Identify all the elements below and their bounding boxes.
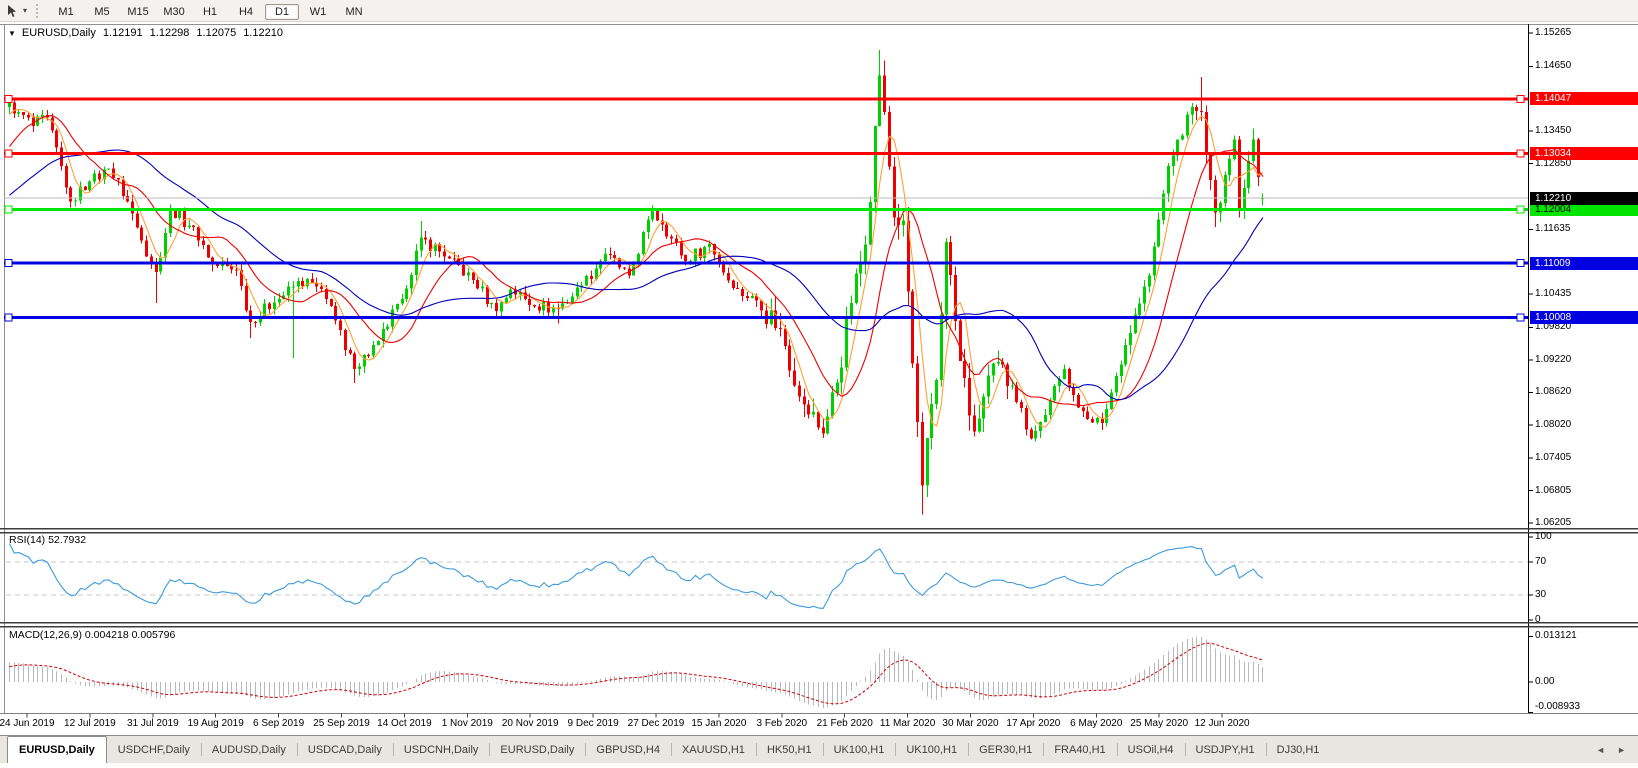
candles-layer [8, 50, 1264, 515]
timeframe-button-m15[interactable]: M15 [121, 4, 155, 20]
chart-plot-area[interactable] [0, 0, 1638, 763]
timeframe-button-h4[interactable]: H4 [229, 4, 263, 20]
horizontal-line-1.13034[interactable] [4, 149, 1528, 158]
macd-signal-line [9, 642, 1264, 705]
timeframe-button-mn[interactable]: MN [337, 4, 371, 20]
rsi-indicator-label: RSI(14) 52.7932 [9, 534, 87, 546]
tab-scroll-right-icon[interactable]: ► [1617, 745, 1626, 755]
ohlc-close: 1.12210 [243, 27, 283, 39]
chart-tab-13-usoil-h4[interactable]: USOil,H4 [1116, 736, 1185, 763]
macd-indicator-label: MACD(12,26,9) 0.004218 0.005796 [9, 629, 176, 641]
cursor-tool-caret-icon[interactable]: ▾ [23, 6, 27, 15]
macd-histogram [9, 636, 1263, 708]
top-toolbar: ▾ M1 M5 M15 M30 H1 H4 D1 W1 MN [0, 0, 1638, 22]
timeframe-button-m5[interactable]: M5 [85, 4, 119, 20]
medium-ma [9, 115, 1264, 407]
ohlc-open: 1.12191 [102, 27, 143, 39]
chart-tab-5-eurusd-daily[interactable]: EURUSD,Daily [489, 736, 585, 763]
chart-tab-11-ger30-h1[interactable]: GER30,H1 [968, 736, 1043, 763]
chart-tab-8-hk50-h1[interactable]: HK50,H1 [755, 736, 823, 763]
chart-title-symbol: EURUSD,Daily [21, 27, 96, 39]
chart-tab-9-uk100-h1[interactable]: UK100,H1 [822, 736, 896, 763]
chart-tab-12-fra40-h1[interactable]: FRA40,H1 [1043, 736, 1116, 763]
chart-tab-3-usdcad-daily[interactable]: USDCAD,Daily [296, 736, 393, 763]
symbol-caret-icon[interactable]: ▼ [8, 29, 16, 38]
timeframe-button-h1[interactable]: H1 [193, 4, 227, 20]
chart-title: ▼ EURUSD,Daily 1.12191 1.12298 1.12075 1… [8, 27, 283, 39]
chart-tab-6-gbpusd-h4[interactable]: GBPUSD,H4 [585, 736, 671, 763]
chart-tab-10-uk100-h1[interactable]: UK100,H1 [895, 736, 968, 763]
slow-ma [9, 149, 1264, 401]
timeframe-button-m30[interactable]: M30 [157, 4, 191, 20]
chart-tab-14-usdjpy-h1[interactable]: USDJPY,H1 [1184, 736, 1266, 763]
ohlc-high: 1.12298 [149, 27, 190, 39]
chart-tabs-bar: EURUSD,Daily USDCHF,Daily AUDUSD,Daily USDC… [0, 735, 1638, 763]
timeframe-button-m1[interactable]: M1 [49, 4, 83, 20]
chart-tabs: EURUSD,Daily USDCHF,Daily AUDUSD,Daily USDC… [7, 736, 1330, 763]
timeframe-button-w1[interactable]: W1 [301, 4, 335, 20]
timeframe-toolbar: M1 M5 M15 M30 H1 H4 D1 W1 MN [48, 2, 372, 20]
tab-scroll-left-icon[interactable]: ◄ [1596, 745, 1605, 755]
chart-tab-2-audusd-daily[interactable]: AUDUSD,Daily [200, 736, 297, 763]
chart-tab-4-usdcnh-daily[interactable]: USDCNH,Daily [392, 736, 490, 763]
horizontal-line-1.14047[interactable] [4, 94, 1528, 103]
tab-scroll-arrows: ◄ ► [1596, 736, 1638, 763]
chart-tab-15-dj30-h1[interactable]: DJ30,H1 [1265, 736, 1331, 763]
timeframe-button-d1[interactable]: D1 [265, 3, 300, 20]
horizontal-line-1.12004[interactable] [4, 205, 1528, 214]
chart-tab-0-eurusd-daily[interactable]: EURUSD,Daily [7, 736, 107, 763]
ohlc-low: 1.12075 [196, 27, 237, 39]
toolbar-grip-handle [36, 3, 40, 18]
rsi-line [9, 543, 1264, 609]
cursor-tool-icon[interactable] [4, 2, 22, 20]
chart-tab-7-xauusd-h1[interactable]: XAUUSD,H1 [670, 736, 756, 763]
chart-tab-1-usdchf-daily[interactable]: USDCHF,Daily [107, 736, 201, 763]
